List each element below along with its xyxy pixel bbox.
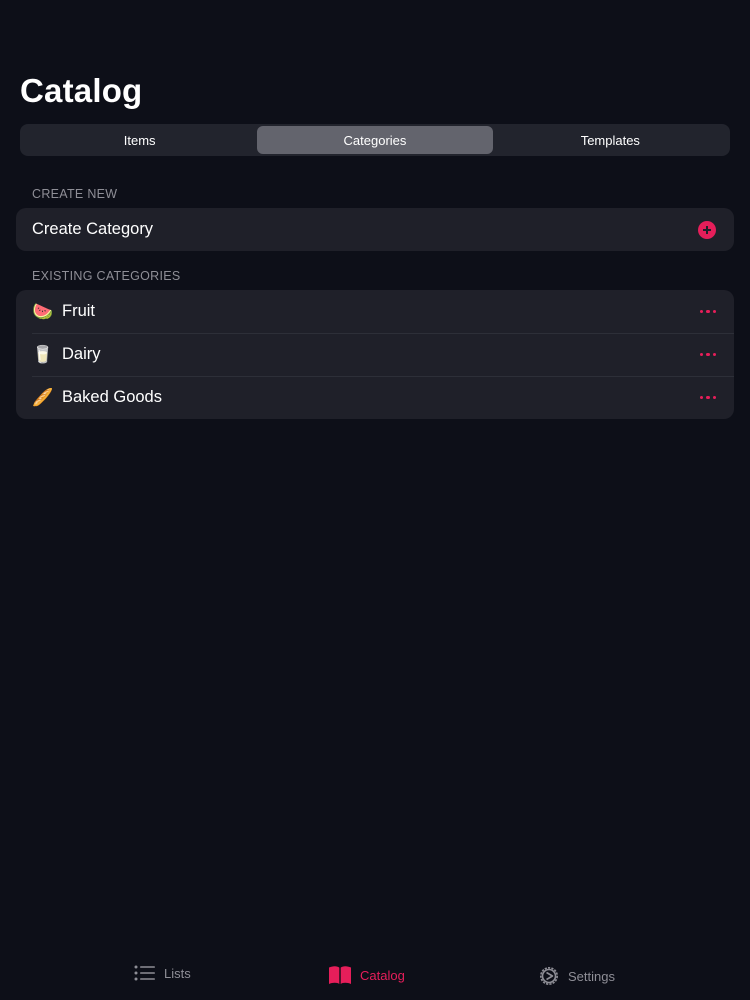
tab-settings-label: Settings [568,968,615,984]
existing-categories-section-header: EXISTING CATEGORIES [32,269,181,283]
category-row-dairy[interactable]: 🥛 Dairy [16,333,734,376]
create-new-section-header: CREATE NEW [32,187,118,201]
watermelon-icon: 🍉 [32,301,54,321]
tab-lists[interactable]: Lists [134,965,191,981]
plus-circle-icon[interactable] [698,220,716,239]
category-label: Baked Goods [62,388,162,406]
category-row-baked-goods[interactable]: 🥖 Baked Goods [16,376,734,419]
segment-categories[interactable]: Categories [257,126,493,154]
category-label: Fruit [62,302,95,320]
tab-catalog[interactable]: Catalog [328,965,405,985]
tab-lists-label: Lists [164,965,191,981]
create-category-label: Create Category [32,220,154,238]
existing-categories-card: 🍉 Fruit 🥛 Dairy 🥖 Baked Goods [16,290,734,419]
list-icon [134,965,155,981]
gear-icon [540,967,558,985]
segment-templates[interactable]: Templates [493,126,728,154]
create-category-button[interactable]: Create Category [16,208,734,251]
segment-items[interactable]: Items [22,126,257,154]
book-icon [329,966,351,984]
tab-catalog-label: Catalog [360,967,405,983]
milk-glass-icon: 🥛 [32,344,54,364]
create-new-card: Create Category [16,208,734,251]
more-icon[interactable] [699,395,716,400]
category-row-fruit[interactable]: 🍉 Fruit [16,290,734,333]
category-label: Dairy [62,345,101,363]
more-icon[interactable] [699,352,716,357]
page-title: Catalog [20,72,143,109]
tab-settings[interactable]: Settings [538,965,615,987]
more-icon[interactable] [699,309,716,314]
baguette-icon: 🥖 [32,387,54,407]
catalog-segmented-control: Items Categories Templates [20,124,730,156]
tab-bar: Lists Catalog Settings [0,955,750,1000]
